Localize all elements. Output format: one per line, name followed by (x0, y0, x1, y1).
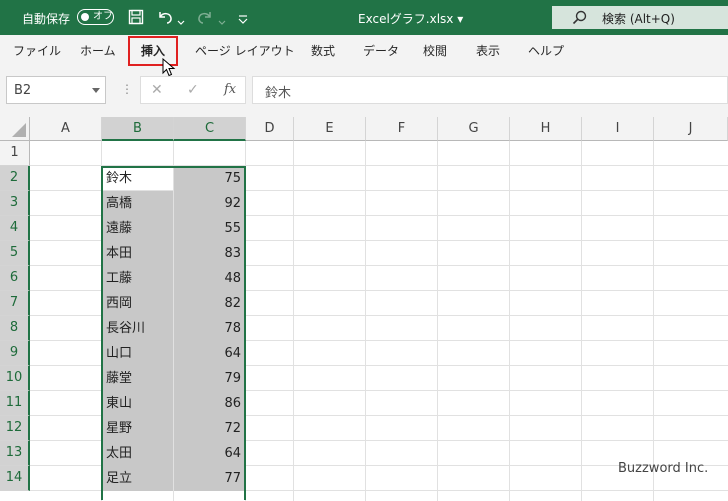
formula-buttons: ✕ ✓ fx (140, 76, 246, 104)
row-header[interactable]: 13 (0, 441, 30, 466)
tab-review[interactable]: 校閲 (423, 42, 447, 59)
document-title[interactable]: Excelグラフ.xlsx ▾ (358, 10, 463, 27)
row-header[interactable]: 10 (0, 366, 30, 391)
formula-value: 鈴木 (265, 86, 292, 101)
cancel-icon[interactable]: ✕ (151, 82, 163, 98)
row-header[interactable]: 8 (0, 316, 30, 341)
tab-help[interactable]: ヘルプ (528, 42, 564, 59)
column-header-i[interactable]: I (582, 117, 654, 141)
mouse-cursor-icon (162, 57, 176, 82)
autosave-state: オフ (93, 11, 113, 22)
select-all-button[interactable] (0, 117, 30, 141)
row-header[interactable]: 3 (0, 191, 30, 216)
autosave-toggle[interactable]: オフ (77, 9, 114, 25)
column-header-a[interactable]: A (30, 117, 102, 141)
name-box-value: B2 (14, 83, 32, 98)
chevron-down-icon[interactable] (92, 88, 100, 93)
tab-data[interactable]: データ (363, 42, 399, 59)
column-header-e[interactable]: E (294, 117, 366, 141)
search-box[interactable]: 検索 (Alt+Q) (552, 6, 728, 29)
row-header[interactable]: 11 (0, 391, 30, 416)
insert-function-icon[interactable]: fx (224, 82, 236, 97)
autosave-label: 自動保存 (22, 12, 71, 26)
row-header[interactable]: 1 (0, 141, 30, 166)
redo-icon[interactable] (196, 9, 214, 29)
name-box[interactable]: B2 (6, 76, 106, 104)
row-header[interactable]: 2 (0, 166, 30, 191)
more-options-icon[interactable]: ⋮ (121, 82, 133, 96)
formula-input[interactable]: 鈴木 (252, 76, 728, 104)
column-header-j[interactable]: J (654, 117, 728, 141)
selection-range (101, 166, 246, 500)
row-header[interactable]: 12 (0, 416, 30, 441)
tab-page-layout[interactable]: ページ レイアウト (195, 42, 295, 59)
tab-formulas[interactable]: 数式 (311, 42, 335, 59)
enter-icon[interactable]: ✓ (187, 82, 199, 98)
ribbon-tabs: ファイル ホーム 挿入 ページ レイアウト 数式 データ 校閲 表示 ヘルプ (0, 35, 728, 67)
undo-icon[interactable] (156, 9, 174, 29)
column-header-b[interactable]: B (102, 117, 174, 141)
tab-home[interactable]: ホーム (80, 42, 116, 59)
column-header-c[interactable]: C (174, 117, 246, 141)
save-icon[interactable] (128, 9, 144, 29)
column-header-f[interactable]: F (366, 117, 438, 141)
tab-view[interactable]: 表示 (476, 42, 500, 59)
row-header[interactable]: 5 (0, 241, 30, 266)
toggle-knob (81, 12, 89, 21)
column-header-g[interactable]: G (438, 117, 510, 141)
tab-file[interactable]: ファイル (13, 42, 61, 59)
search-placeholder: 検索 (Alt+Q) (602, 12, 675, 26)
formula-bar: B2 ⋮ ✕ ✓ fx 鈴木 (0, 67, 728, 117)
undo-dropdown-icon[interactable] (177, 12, 185, 31)
row-header[interactable]: 6 (0, 266, 30, 291)
row-header[interactable]: 7 (0, 291, 30, 316)
row-header[interactable]: 4 (0, 216, 30, 241)
customize-toolbar-icon[interactable] (238, 11, 248, 30)
watermark: Buzzword Inc. (618, 461, 709, 476)
redo-dropdown-icon[interactable] (218, 12, 226, 31)
column-header-h[interactable]: H (510, 117, 582, 141)
row-header[interactable]: 9 (0, 341, 30, 366)
title-bar: 自動保存 オフ Excelグラフ.xlsx ▾ 検索 (Alt+Q) (0, 0, 728, 35)
row-header[interactable]: 14 (0, 466, 30, 491)
column-header-d[interactable]: D (246, 117, 294, 141)
search-icon (572, 10, 587, 29)
